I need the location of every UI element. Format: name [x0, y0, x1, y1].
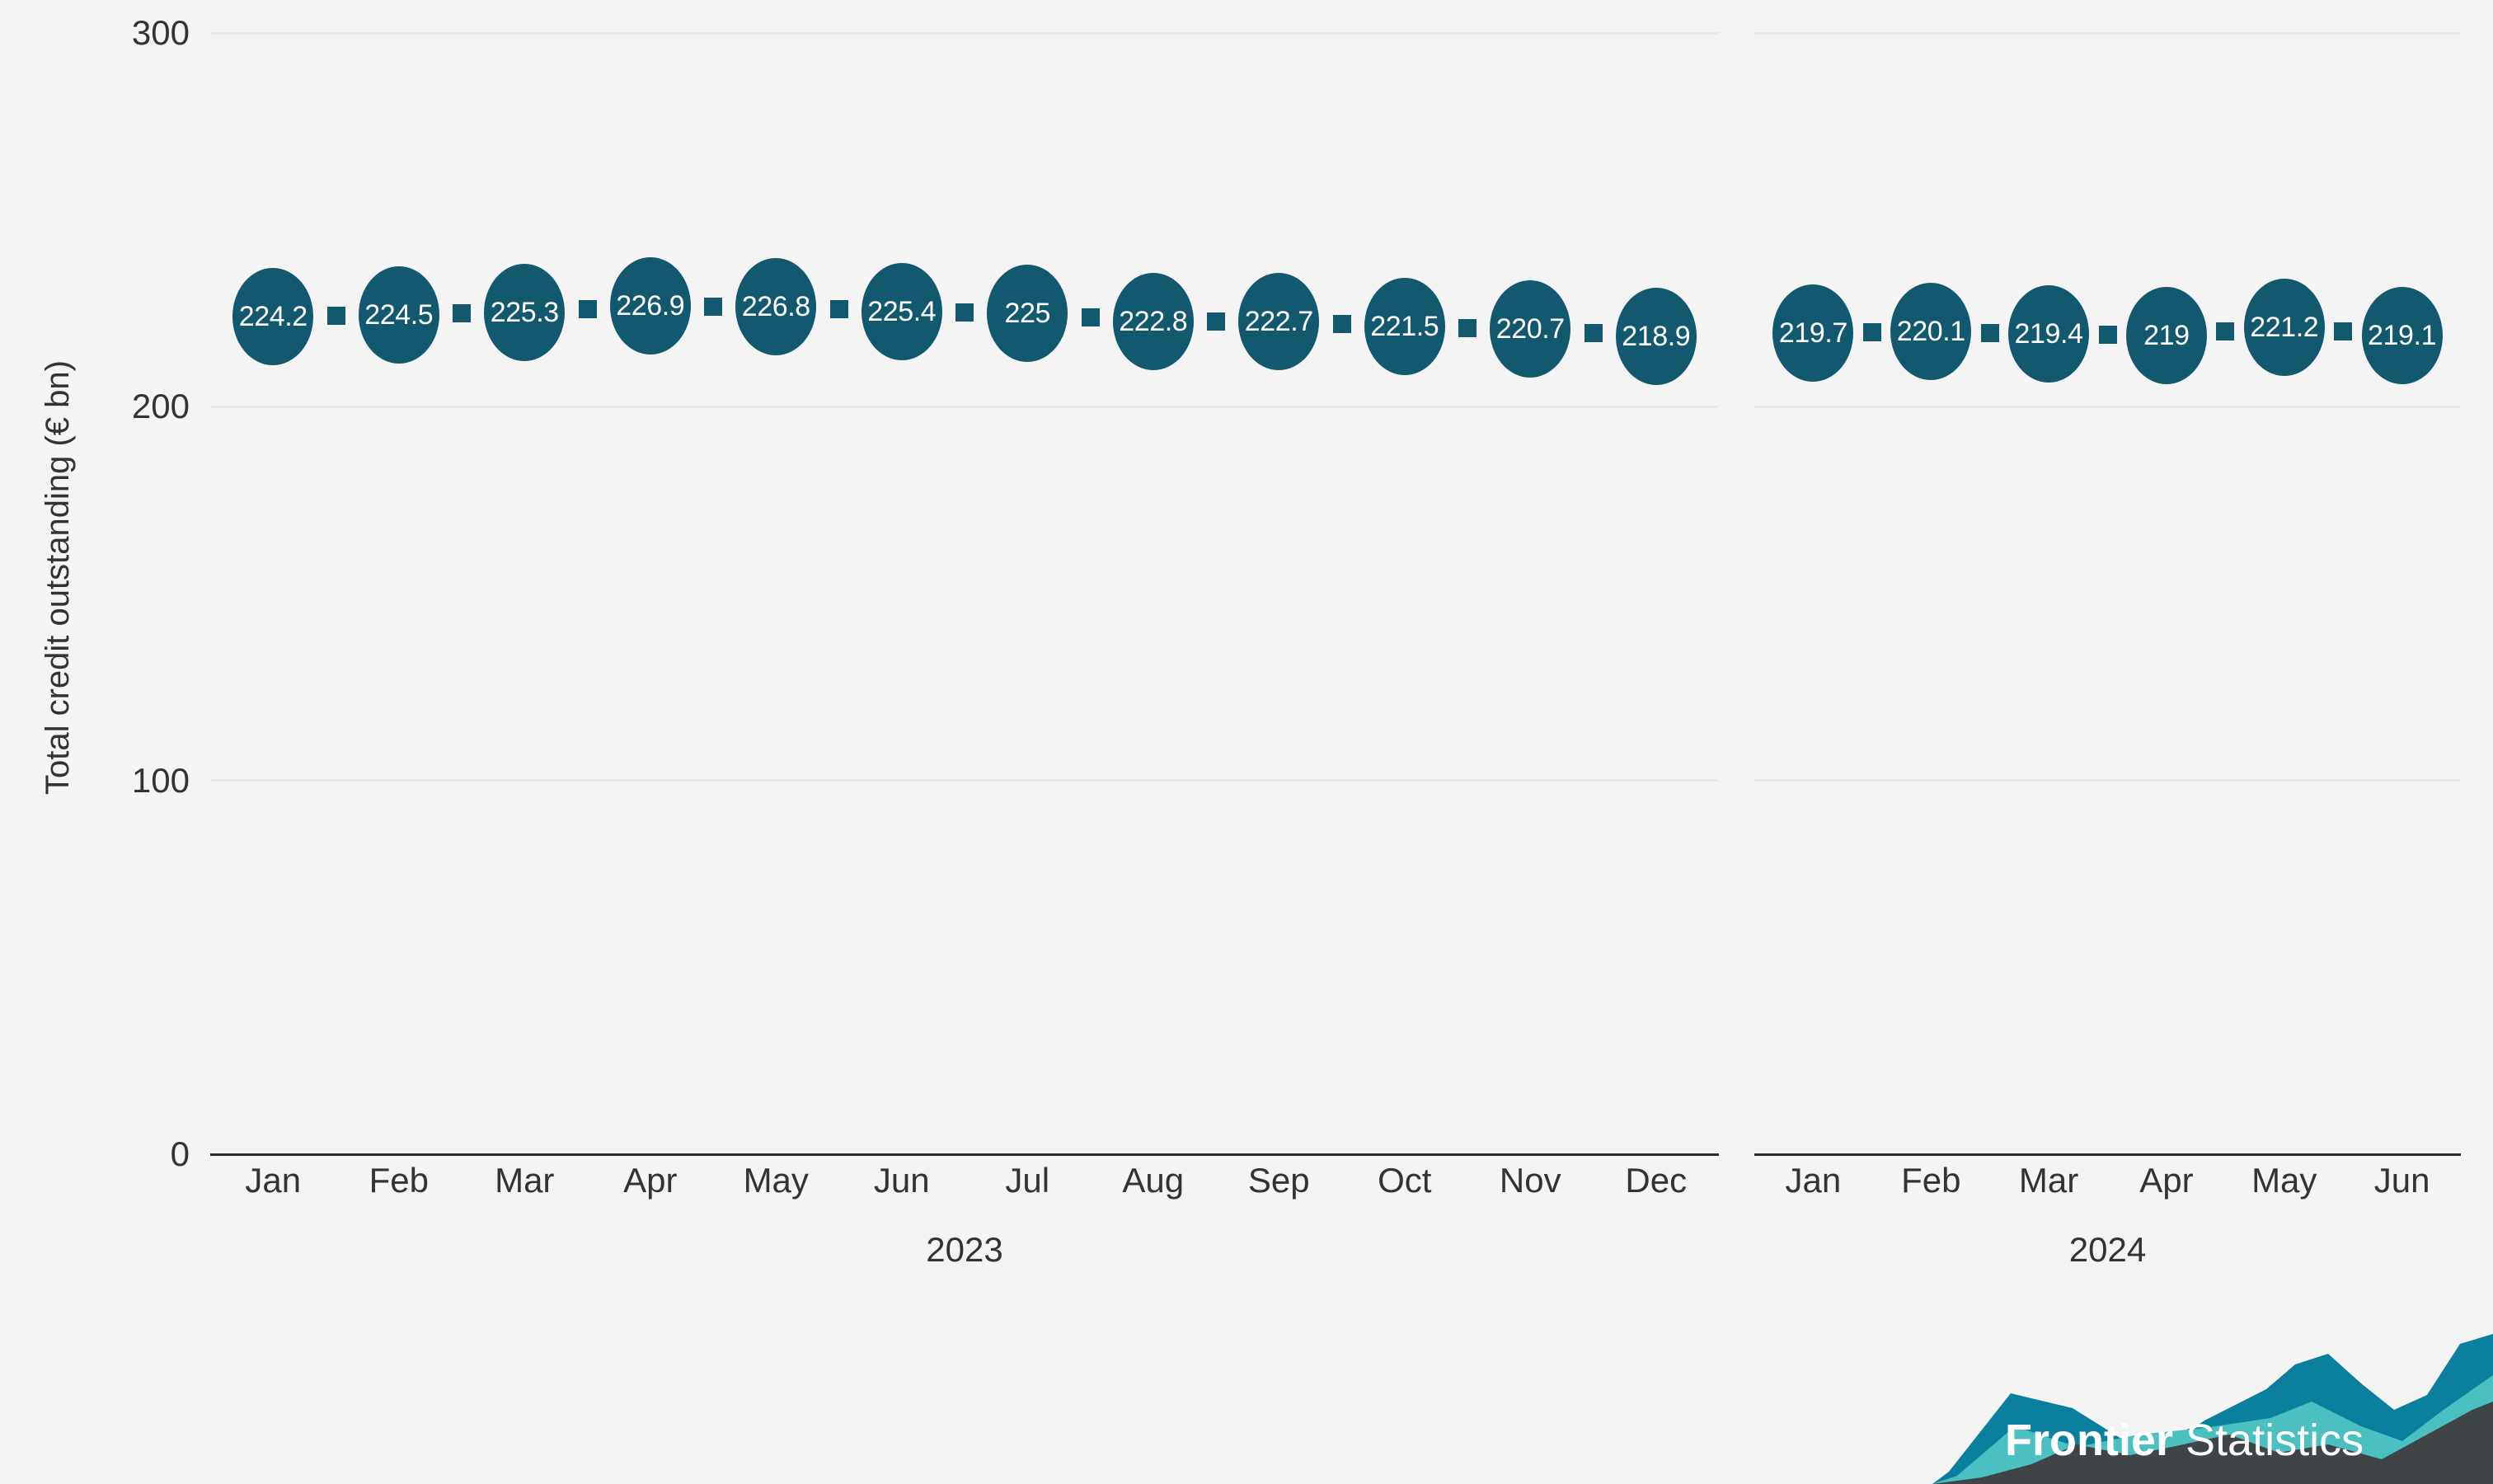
data-point-bubble: 226.8 [730, 251, 823, 361]
data-point[interactable]: 226.9 [603, 251, 697, 361]
data-point[interactable]: 222.8 [1106, 266, 1200, 376]
data-point[interactable]: 225.4 [855, 257, 948, 367]
data-point-bubble: 219.1 [2355, 280, 2448, 390]
x-axis-year-label: 2024 [2068, 1230, 2147, 1269]
series-connector [326, 306, 345, 325]
data-point-bubble: 225.3 [478, 257, 571, 367]
data-point[interactable]: 225 [981, 259, 1074, 368]
data-point-bubble: 220.1 [1885, 277, 1978, 387]
y-axis-title-text: Total credit outstanding (€ bn) [39, 359, 76, 795]
data-point-bubble: 225.4 [855, 257, 948, 367]
x-axis-tick-label: Aug [1122, 1161, 1185, 1200]
series-connector [2334, 322, 2353, 340]
data-point[interactable]: 220.7 [1484, 275, 1577, 384]
logo-wordmark-bold: Frontier [2005, 1416, 2174, 1465]
x-axis-tick-label: Jan [245, 1161, 302, 1200]
data-point[interactable]: 222.7 [1232, 267, 1326, 377]
data-point[interactable]: 220.1 [1885, 277, 1978, 387]
logo-wordmark: Frontier Statistics [2005, 1415, 2364, 1466]
series-connector [704, 297, 722, 316]
series-connector [1081, 308, 1100, 326]
data-point-bubble: 224.2 [227, 261, 320, 371]
data-point-bubble: 219.7 [1767, 279, 1860, 388]
data-series-layer: 224.2 224.5 225.3 226.9 226.8 225.4 225 222.8 22… [210, 33, 2461, 1154]
x-axis-tick-label: May [743, 1161, 809, 1200]
x-axis-tick-label: May [2251, 1161, 2317, 1200]
y-axis-tick-label: 200 [131, 387, 190, 426]
data-point[interactable]: 219.1 [2355, 280, 2448, 390]
data-point[interactable]: 225.3 [478, 257, 571, 367]
series-connector [829, 300, 848, 318]
x-axis-tick-label: Apr [2139, 1161, 2194, 1200]
series-connector [1332, 315, 1351, 334]
data-point-bubble: 218.9 [1609, 281, 1702, 391]
x-axis-year-label: 2023 [926, 1230, 1003, 1269]
data-point[interactable]: 219.7 [1767, 279, 1860, 388]
logo-wordmark-space [2173, 1416, 2185, 1465]
y-axis-title: Total credit outstanding (€ bn) [33, 0, 82, 1154]
y-axis-tick-label: 300 [131, 13, 190, 52]
x-axis-tick-label: Jun [2373, 1161, 2430, 1200]
data-point[interactable]: 221.5 [1358, 271, 1451, 381]
series-connector [578, 300, 597, 318]
data-point-bubble: 220.7 [1484, 275, 1577, 384]
data-point-bubble: 221.5 [1358, 271, 1451, 381]
data-point[interactable]: 219.4 [2002, 279, 2096, 389]
data-point-bubble: 221.2 [2237, 273, 2331, 383]
data-point[interactable]: 224.2 [227, 261, 320, 371]
data-point[interactable]: 224.5 [352, 261, 445, 370]
y-axis-tick-label: 0 [170, 1134, 190, 1173]
data-point[interactable]: 218.9 [1609, 281, 1702, 391]
x-axis-tick-label: Jul [1005, 1161, 1050, 1200]
data-point-bubble: 219 [2120, 281, 2213, 391]
series-connector [2098, 326, 2117, 345]
series-connector [1980, 323, 1999, 342]
series-connector [1584, 323, 1603, 342]
data-point-bubble: 222.7 [1232, 267, 1326, 377]
x-axis-tick-label: Dec [1625, 1161, 1688, 1200]
x-axis-tick-label: Mar [2018, 1161, 2079, 1200]
frontier-statistics-logo: Frontier Statistics [1932, 1303, 2493, 1484]
x-axis-tick-label: Feb [369, 1161, 429, 1200]
data-point-bubble: 224.5 [352, 261, 445, 370]
x-axis-tick-label: Mar [495, 1161, 555, 1200]
series-connector [2216, 322, 2235, 341]
chart-canvas: Total credit outstanding (€ bn) 0 100 200 3… [0, 0, 2493, 1484]
data-point-bubble: 222.8 [1106, 266, 1200, 376]
x-axis-tick-label: Apr [623, 1161, 678, 1200]
logo-wordmark-light: Statistics [2185, 1416, 2364, 1465]
y-axis-tick-label: 100 [131, 760, 190, 800]
series-connector [1458, 318, 1477, 337]
x-axis-tick-label: Jun [873, 1161, 930, 1200]
series-connector [955, 303, 974, 322]
data-point[interactable]: 226.8 [730, 251, 823, 361]
data-point-bubble: 226.9 [603, 251, 697, 361]
x-axis-tick-label: Sep [1247, 1161, 1310, 1200]
x-axis-tick-label: Jan [1785, 1161, 1842, 1200]
series-connector [1207, 312, 1225, 331]
series-connector [1862, 323, 1881, 342]
data-point[interactable]: 219 [2120, 281, 2213, 391]
data-point[interactable]: 221.2 [2237, 273, 2331, 383]
data-point-bubble: 225 [981, 259, 1074, 368]
x-axis-tick-label: Oct [1378, 1161, 1432, 1200]
data-point-bubble: 219.4 [2002, 279, 2096, 389]
plot-area: 224.2 224.5 225.3 226.9 226.8 225.4 225 222.8 22… [210, 31, 2461, 1156]
series-connector [453, 304, 471, 323]
x-axis-tick-label: Nov [1499, 1161, 1561, 1200]
x-axis-tick-label: Feb [1901, 1161, 1961, 1200]
